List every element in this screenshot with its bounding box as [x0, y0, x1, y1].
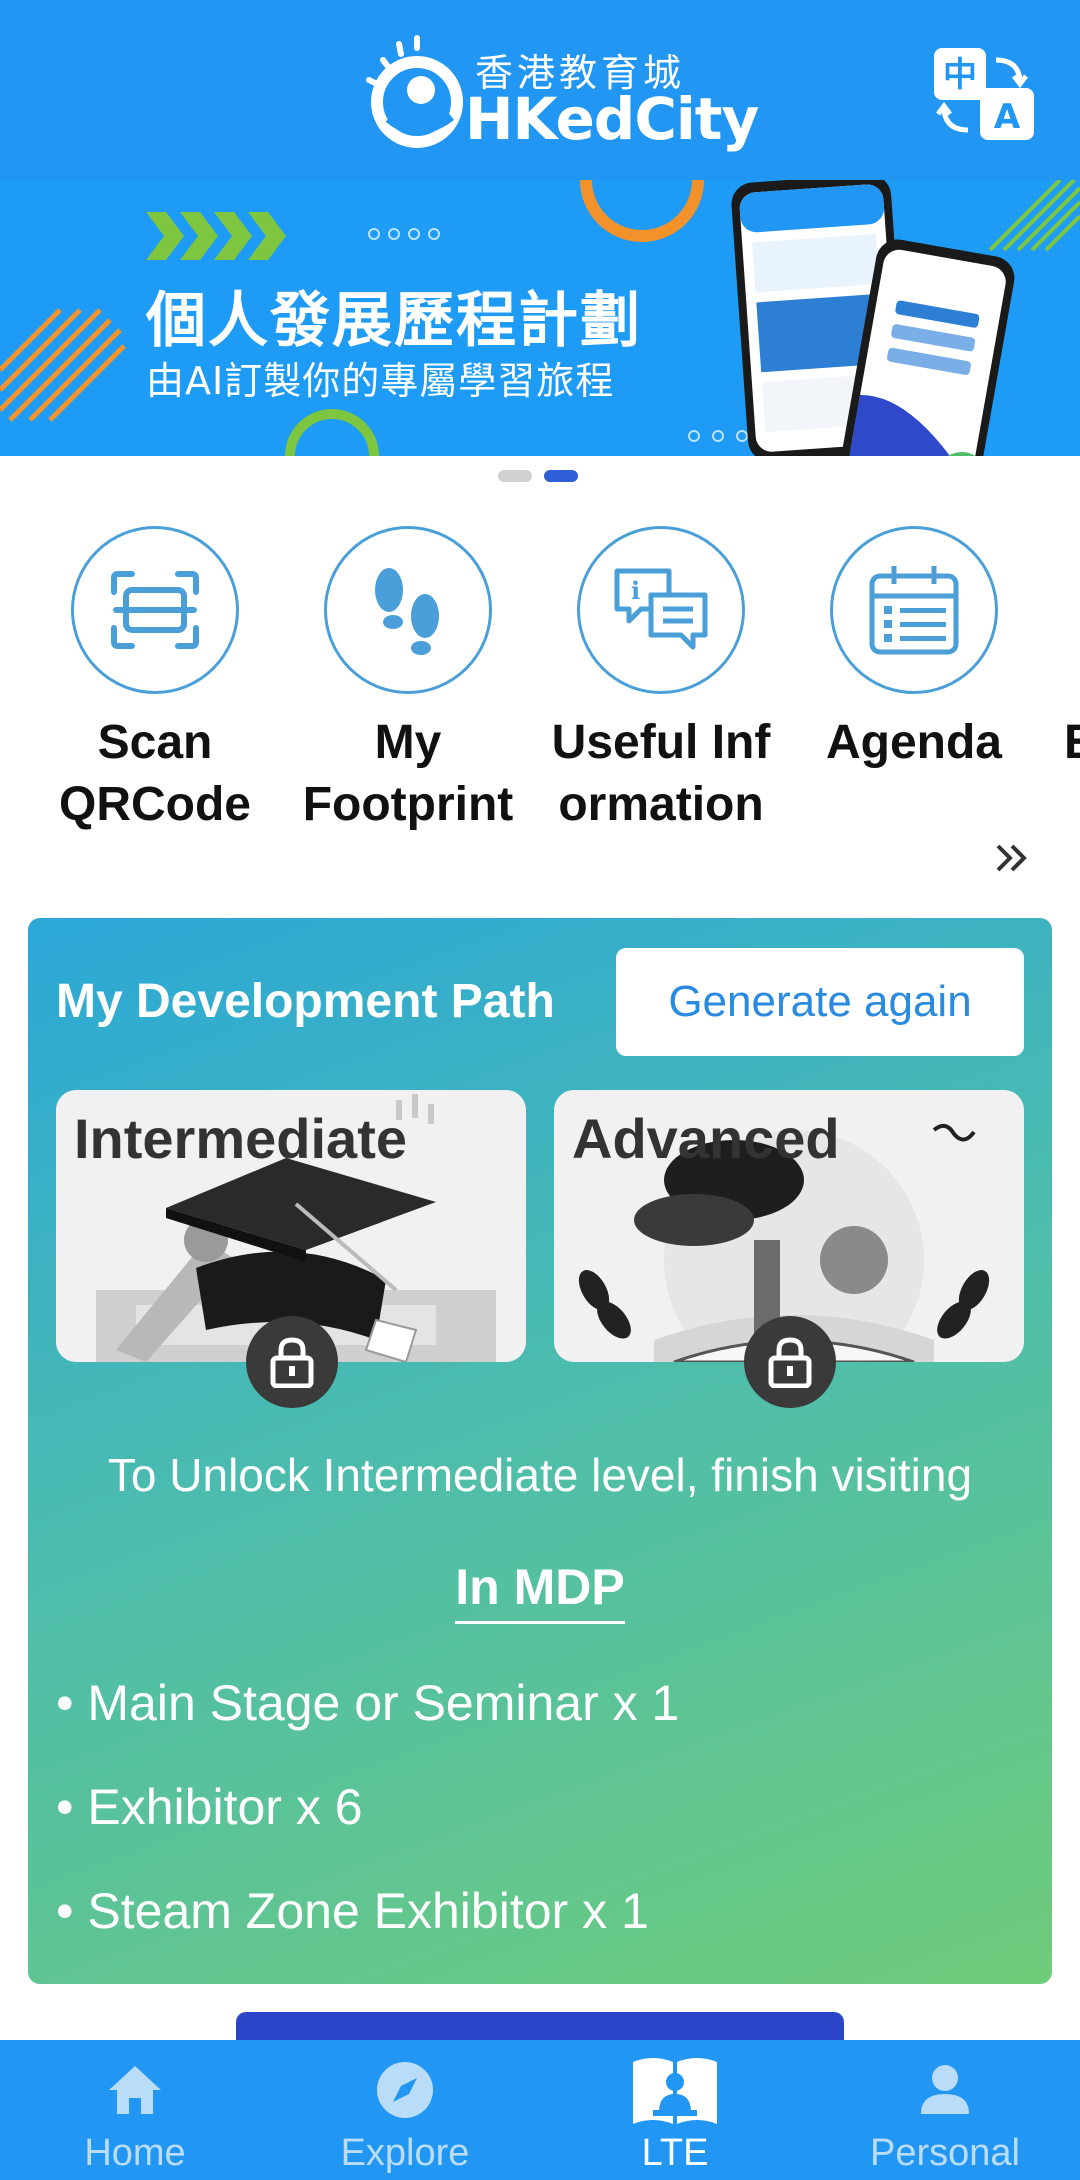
person-icon	[895, 2050, 995, 2130]
scan-qr-icon	[71, 526, 239, 694]
requirement-item: • Steam Zone Exhibitor x 1	[56, 1883, 649, 1939]
nav-item-personal[interactable]: Personal	[810, 2040, 1080, 2180]
quick-action-scan-qrcode[interactable]: Scan QRCode	[40, 520, 270, 836]
nav-label: Home	[84, 2132, 186, 2174]
quick-action-useful-information[interactable]: i Useful Inf ormation	[546, 520, 776, 836]
level-name: Intermediate	[74, 1107, 407, 1170]
svg-text:i: i	[631, 576, 640, 605]
nav-label: LTE	[641, 2132, 709, 2174]
nav-item-home[interactable]: Home	[0, 2040, 270, 2180]
logo-mark-icon	[366, 35, 463, 148]
nav-label: Explore	[340, 2132, 470, 2174]
quick-action-label: E	[1064, 712, 1080, 774]
quick-action-agenda[interactable]: Agenda	[799, 520, 1029, 774]
nav-item-lte[interactable]: LTE	[540, 2040, 810, 2180]
scroll-more-icon[interactable]	[992, 838, 1032, 878]
lock-icon	[744, 1316, 836, 1408]
venue-heading: In MDP	[455, 1559, 625, 1624]
banner-subtitle: 由AI訂製你的專屬學習旅程	[146, 359, 615, 403]
quick-action-label: Scan	[97, 716, 213, 769]
compass-icon	[355, 2050, 455, 2130]
requirement-item: • Main Stage or Seminar x 1	[56, 1675, 680, 1731]
quick-action-label: QRCode	[59, 778, 251, 831]
language-toggle-icon[interactable]: 中 A	[932, 46, 1036, 142]
card-title: My Development Path	[56, 975, 555, 1028]
footprint-icon	[324, 526, 492, 694]
development-path-card: My Development Path Generate again Inter…	[28, 918, 1052, 1984]
logo-english-text: HKedCity	[465, 85, 759, 153]
quick-actions-row: Scan QRCode My Footprint i Useful Inf or…	[0, 520, 1080, 850]
info-chat-icon: i	[577, 526, 745, 694]
page-dot[interactable]	[498, 470, 532, 482]
lang-zh-glyph: 中	[943, 55, 977, 95]
banner-title: 個人發展歷程計劃	[146, 286, 642, 356]
quick-action-my-footprint[interactable]: My Footprint	[293, 520, 523, 836]
page-dot-active[interactable]	[544, 470, 578, 482]
bottom-navigation: Home Explore LTE Personal	[0, 2040, 1080, 2180]
quick-action-label: My	[374, 716, 442, 769]
banner-page-indicator	[498, 470, 578, 482]
quick-action-label: Footprint	[302, 778, 514, 831]
generate-again-button[interactable]: Generate again	[616, 948, 1024, 1056]
lock-icon	[246, 1316, 338, 1408]
unlock-instructions: To Unlock Intermediate level, finish vis…	[107, 1449, 973, 1501]
nav-item-explore[interactable]: Explore	[270, 2040, 540, 2180]
level-name: Advanced	[572, 1107, 840, 1170]
quick-action-label: ormation	[558, 778, 764, 831]
app-header: 香港教育城 HKedCity 中 A	[0, 0, 1080, 180]
book-reader-icon	[625, 2050, 725, 2130]
quick-action-partial[interactable]: E	[1052, 520, 1080, 774]
promo-banner[interactable]: 個人發展歷程計劃 由AI訂製你的專屬學習旅程	[0, 180, 1080, 456]
home-icon	[85, 2050, 185, 2130]
requirement-item: • Exhibitor x 6	[56, 1779, 363, 1835]
quick-action-label: Agenda	[825, 716, 1002, 769]
nav-label: Personal	[870, 2132, 1020, 2174]
quick-action-label: Useful Inf	[551, 716, 771, 769]
calendar-icon	[830, 526, 998, 694]
hkedcity-logo: 香港教育城 HKedCity	[355, 30, 759, 153]
lang-en-glyph: A	[994, 97, 1021, 137]
